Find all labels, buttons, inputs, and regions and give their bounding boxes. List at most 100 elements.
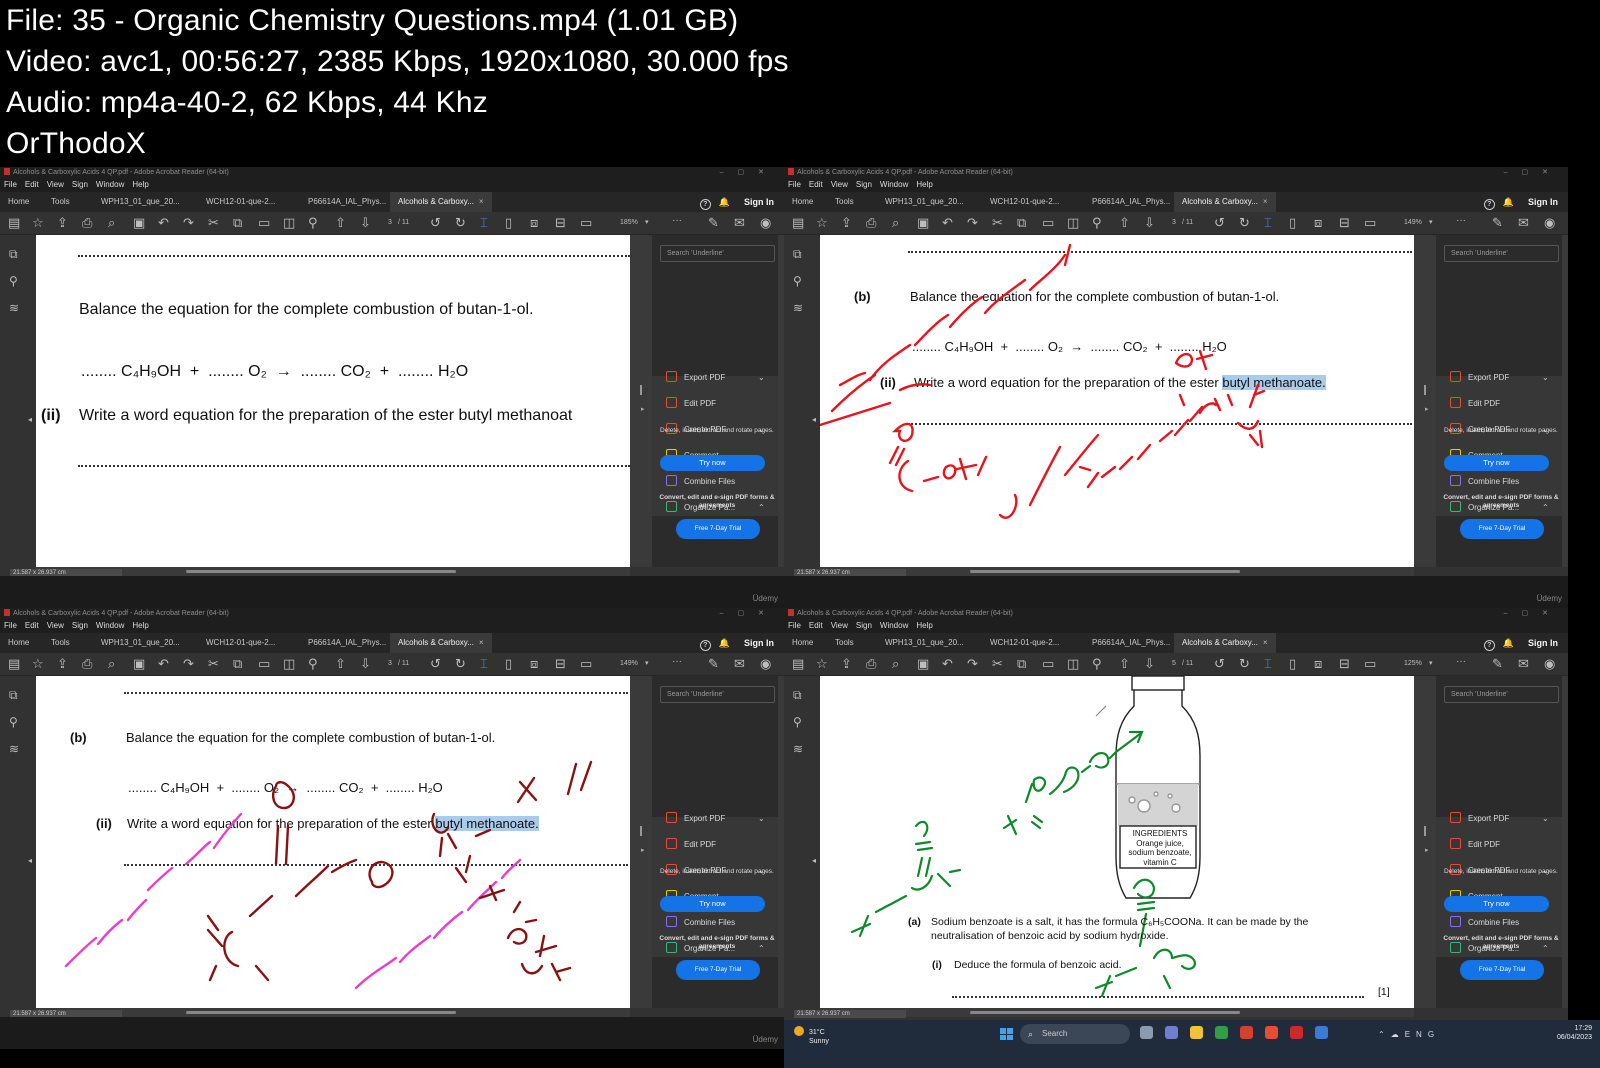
collapse-left-icon[interactable]: ◂: [812, 415, 816, 424]
rotate-right-icon[interactable]: ↻: [1239, 656, 1250, 672]
menu-4[interactable]: Window: [96, 180, 124, 189]
panel-item-0[interactable]: Export PDF ⌄: [666, 812, 765, 826]
upload-icon[interactable]: ⇪: [57, 656, 68, 672]
bell-icon[interactable]: 🔔: [1503, 638, 1514, 648]
free-trial-button[interactable]: Free 7-Day Trial: [1460, 519, 1544, 539]
zoom-select[interactable]: 149%: [1404, 217, 1422, 229]
chevron-down-icon[interactable]: ⌄: [1542, 371, 1549, 385]
sign-in-button[interactable]: Sign In: [744, 197, 774, 207]
screenshot-icon[interactable]: ◫: [1067, 656, 1079, 672]
acrobat-icon[interactable]: [1265, 1026, 1278, 1039]
menu-3[interactable]: Sign: [856, 621, 872, 630]
selected-text[interactable]: butyl methanoate.: [435, 816, 539, 831]
tab-4[interactable]: P66614A_IAL_Phys...×: [308, 633, 396, 653]
rotate-right-icon[interactable]: ↻: [1239, 215, 1250, 231]
expand-right-icon[interactable]: ▸: [1425, 405, 1429, 413]
tab-4[interactable]: P66614A_IAL_Phys...×: [1092, 633, 1180, 653]
print-icon[interactable]: ⎙: [866, 656, 876, 672]
present-icon[interactable]: ▭: [1364, 215, 1376, 231]
tab-5[interactable]: Alcohols & Carboxy... ×: [1174, 633, 1276, 653]
pen-icon[interactable]: ✎: [708, 215, 719, 231]
try-now-button[interactable]: Try now: [1444, 455, 1549, 471]
cut-icon[interactable]: ✂: [208, 656, 219, 672]
tab-3[interactable]: WCH12-01-que-2...: [206, 192, 275, 212]
screenshot-icon[interactable]: ◫: [283, 656, 295, 672]
two-page-icon[interactable]: ⧈: [530, 656, 538, 672]
page-number-input[interactable]: 3: [1172, 217, 1176, 229]
present-icon[interactable]: ▭: [1364, 656, 1376, 672]
layers-icon[interactable]: ≋: [9, 742, 19, 756]
menu-5[interactable]: Help: [132, 621, 148, 630]
redo-icon[interactable]: ↷: [967, 656, 978, 672]
expand-right-icon[interactable]: ▸: [1425, 846, 1429, 854]
tab-3[interactable]: WCH12-01-que-2...: [206, 633, 275, 653]
star-icon[interactable]: ☆: [32, 215, 44, 231]
paste-icon[interactable]: ▭: [258, 215, 270, 231]
more-tools[interactable]: ···: [672, 656, 682, 668]
user-icon[interactable]: ◉: [760, 656, 771, 672]
selected-text[interactable]: butyl methanoate.: [1222, 375, 1326, 390]
mail-icon[interactable]: ✉: [734, 215, 745, 231]
chevron-down-icon[interactable]: ⌄: [758, 371, 765, 385]
spread-icon[interactable]: ⊟: [1339, 215, 1350, 231]
tab-3[interactable]: WCH12-01-que-2...: [990, 192, 1059, 212]
collapse-left-icon[interactable]: ◂: [812, 856, 816, 865]
page-view-icon[interactable]: ▯: [505, 656, 512, 672]
tab-2[interactable]: WPH13_01_que_20...: [101, 633, 180, 653]
zoom-icon[interactable]: ⌕: [108, 656, 115, 672]
app-icon[interactable]: [1315, 1026, 1328, 1039]
tab-1[interactable]: Tools: [51, 633, 70, 653]
pen-icon[interactable]: ✎: [1492, 215, 1503, 231]
pen-icon[interactable]: ✎: [1492, 656, 1503, 672]
zoom-icon[interactable]: ⌕: [108, 215, 115, 231]
horizontal-scrollbar[interactable]: [36, 567, 630, 576]
window-controls[interactable]: –▢✕: [720, 167, 778, 178]
chrome-icon[interactable]: [1215, 1026, 1228, 1039]
panel-item-1[interactable]: Edit PDF: [666, 838, 716, 852]
binoculars-icon[interactable]: ⚲: [1092, 656, 1102, 672]
collapse-left-icon[interactable]: ◂: [28, 856, 32, 865]
undo-icon[interactable]: ↶: [158, 656, 169, 672]
print-icon[interactable]: ⎙: [866, 215, 876, 231]
paste-icon[interactable]: ▭: [1042, 656, 1054, 672]
rotate-right-icon[interactable]: ↻: [455, 656, 466, 672]
down-icon[interactable]: ⇩: [360, 656, 371, 672]
tab-5[interactable]: Alcohols & Carboxy... ×: [1174, 192, 1276, 212]
paste-icon[interactable]: ▭: [258, 656, 270, 672]
menu-3[interactable]: Sign: [72, 180, 88, 189]
menu-2[interactable]: View: [47, 621, 64, 630]
menu-1[interactable]: Edit: [25, 180, 39, 189]
tab-1[interactable]: Tools: [51, 192, 70, 212]
panel-item-0[interactable]: Export PDF ⌄: [1450, 812, 1549, 826]
upload-icon[interactable]: ⇪: [841, 656, 852, 672]
panel-item-1[interactable]: Edit PDF: [666, 397, 716, 411]
page-number-input[interactable]: 5: [1172, 658, 1176, 670]
tab-close-icon[interactable]: ×: [1263, 197, 1268, 206]
zoom-dropdown-icon[interactable]: ▾: [645, 658, 649, 670]
pdf-page[interactable]: (b) Balance the equation for the complet…: [820, 235, 1414, 567]
menu-0[interactable]: File: [788, 621, 801, 630]
window-controls[interactable]: –▢✕: [1504, 167, 1562, 178]
tab-0[interactable]: Home: [792, 192, 813, 212]
binoculars-icon[interactable]: ⚲: [1092, 215, 1102, 231]
start-button[interactable]: [1000, 1028, 1013, 1040]
print-icon[interactable]: ⎙: [82, 215, 92, 231]
expand-right-icon[interactable]: ▸: [641, 846, 645, 854]
expand-right-icon[interactable]: ▸: [641, 405, 645, 413]
menu-0[interactable]: File: [4, 621, 17, 630]
pdf-page[interactable]: Balance the equation for the complete co…: [36, 235, 630, 567]
menu-5[interactable]: Help: [916, 180, 932, 189]
pages-icon[interactable]: ⧉: [793, 247, 802, 262]
chat-icon[interactable]: [1165, 1026, 1178, 1039]
spread-icon[interactable]: ⊟: [555, 215, 566, 231]
chevron-down-icon[interactable]: ⌄: [758, 812, 765, 826]
horizontal-scrollbar[interactable]: [820, 1008, 1414, 1017]
file-explorer-icon[interactable]: [1190, 1026, 1203, 1039]
more-tools[interactable]: ···: [1456, 656, 1466, 668]
chevron-up-icon[interactable]: ⌃: [1378, 1030, 1391, 1039]
down-icon[interactable]: ⇩: [1144, 215, 1155, 231]
binoculars-icon[interactable]: ⚲: [308, 656, 318, 672]
find-icon[interactable]: ▣: [133, 215, 145, 231]
panel-item-4[interactable]: Combine Files: [666, 475, 735, 489]
lang-label[interactable]: ENG: [1405, 1030, 1440, 1039]
